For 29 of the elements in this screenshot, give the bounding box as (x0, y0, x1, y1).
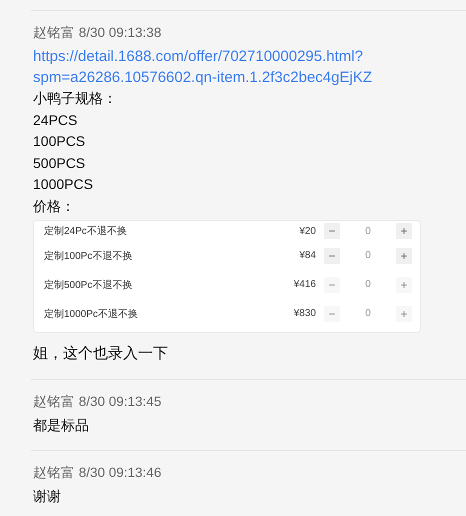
message-text: 500PCS (33, 154, 86, 172)
product-name: 定制100Pc不退不换 (44, 250, 134, 262)
message-text: 小鸭子规格： (33, 89, 118, 108)
increment-button[interactable]: + (396, 248, 412, 264)
message-text: 姐，这个也录入一下 (33, 344, 169, 364)
message-header: 赵铭富 8/30 09:13:46 (33, 464, 162, 482)
product-price: ¥84 (299, 250, 316, 261)
product-price: ¥416 (294, 279, 316, 290)
quantity-value: 0 (364, 279, 372, 290)
message-text: 1000PCS (33, 175, 94, 194)
message-text: 都是标品 (33, 416, 90, 434)
quantity-value: 0 (364, 250, 372, 261)
product-name: 定制24Pc不退不换 (44, 224, 128, 238)
message-header: 赵铭富 8/30 09:13:38 (33, 24, 162, 42)
decrement-button[interactable]: − (324, 223, 340, 239)
message-text: 谢谢 (33, 487, 62, 506)
message-text: 24PCS (33, 110, 78, 130)
quantity-value: 0 (364, 226, 372, 236)
product-name: 定制500Pc不退不换 (44, 278, 134, 292)
increment-button[interactable]: + (396, 223, 412, 239)
decrement-button[interactable]: − (324, 248, 340, 264)
product-price: ¥20 (299, 226, 316, 236)
quantity-value: 0 (364, 308, 372, 319)
message-text: 100PCS (33, 132, 86, 151)
product-name: 定制1000Pc不退不换 (44, 308, 139, 320)
message-header: 赵铭富 8/30 09:13:45 (33, 392, 162, 410)
message-text: 价格： (33, 196, 76, 216)
url-link[interactable]: https://detail.1688.com/offer/702710000295.html?spm=a26286.10576602.qn-item.1.2f3c2bec4gEjKZ (33, 46, 433, 88)
product-price: ¥830 (294, 308, 316, 319)
